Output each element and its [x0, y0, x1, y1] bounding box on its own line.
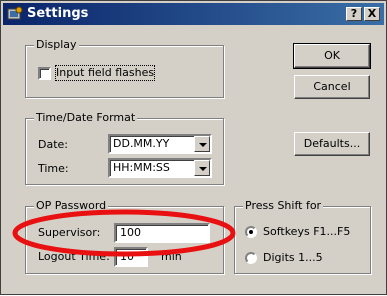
time-date-legend: Time/Date Format — [34, 111, 138, 125]
time-format-select[interactable]: HH:MM:SS — [108, 158, 212, 178]
help-button[interactable]: ? — [346, 7, 362, 21]
logout-time-input[interactable]: 10 — [114, 247, 148, 267]
press-shift-legend: Press Shift for — [243, 199, 324, 213]
date-format-value: DD.MM.YY — [113, 137, 170, 150]
defaults-button[interactable]: Defaults... — [294, 132, 370, 156]
time-label: Time: — [38, 162, 69, 175]
softkeys-radio[interactable] — [245, 226, 257, 238]
date-dropdown-button[interactable] — [194, 136, 210, 152]
chevron-down-icon — [199, 167, 207, 171]
logout-time-label: Logout Time: — [38, 250, 110, 263]
title-bar[interactable]: Settings ? X — [3, 3, 384, 25]
digits-radio-label[interactable]: Digits 1...5 — [263, 251, 323, 265]
app-icon — [7, 6, 23, 20]
op-password-legend: OP Password — [34, 199, 109, 213]
close-button[interactable]: X — [364, 7, 380, 21]
ok-button[interactable]: OK — [293, 43, 371, 69]
supervisor-label: Supervisor: — [38, 226, 101, 239]
date-label: Date: — [38, 138, 68, 151]
input-flashes-checkbox[interactable] — [38, 67, 51, 80]
display-legend: Display — [34, 38, 79, 52]
cancel-button[interactable]: Cancel — [294, 75, 370, 99]
logout-unit-label: min — [161, 250, 182, 263]
radio-selected-dot — [249, 230, 253, 234]
date-format-select[interactable]: DD.MM.YY — [108, 134, 212, 154]
softkeys-radio-label[interactable]: Softkeys F1...F5 — [263, 225, 350, 239]
time-dropdown-button[interactable] — [194, 160, 210, 176]
settings-dialog: Settings ? X Display Input field flashes… — [0, 0, 387, 295]
input-flashes-label[interactable]: Input field flashes — [54, 65, 156, 81]
digits-radio[interactable] — [245, 252, 257, 264]
chevron-down-icon — [199, 143, 207, 147]
window-title: Settings — [27, 6, 89, 21]
time-format-value: HH:MM:SS — [113, 161, 170, 174]
supervisor-input[interactable]: 100 — [114, 223, 210, 243]
